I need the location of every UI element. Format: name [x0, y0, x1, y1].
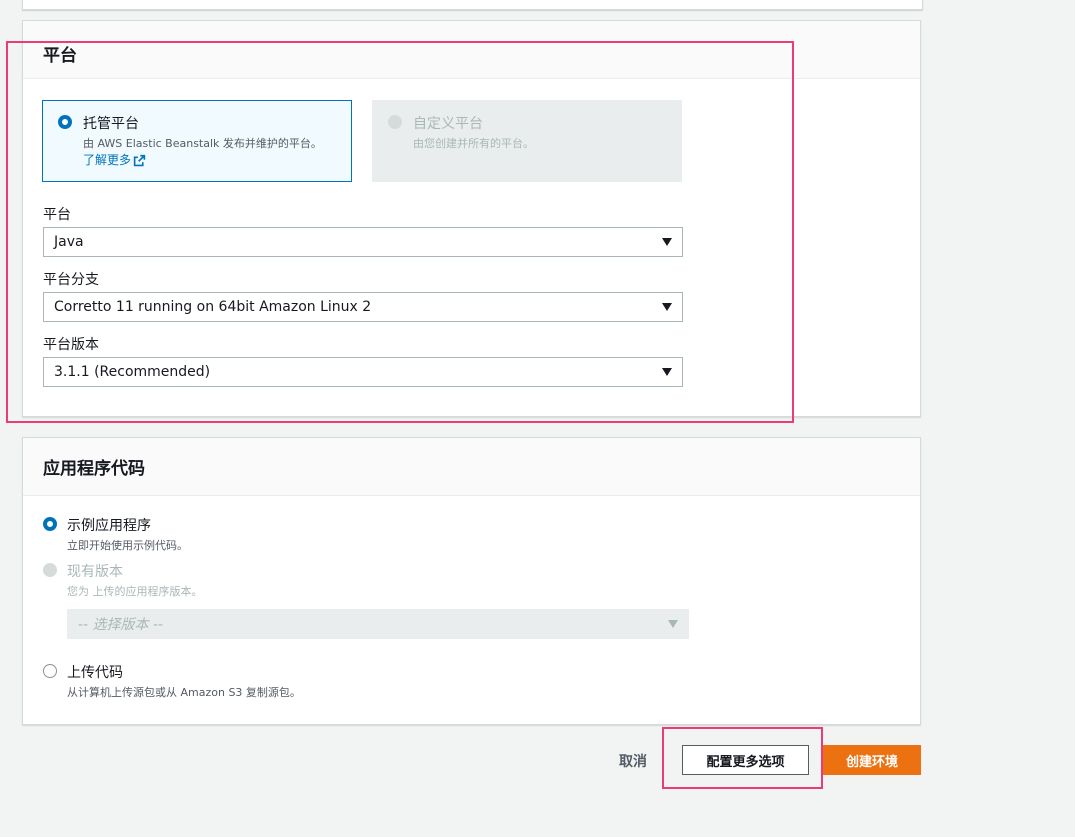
sample-application-description: 立即开始使用示例代码。	[67, 539, 188, 552]
platform-panel-title: 平台	[43, 46, 77, 66]
managed-platform-description: 由 AWS Elastic Beanstalk 发布并维护的平台。	[83, 137, 322, 150]
platform-field-label: 平台	[43, 207, 71, 223]
upload-code-label: 上传代码	[67, 665, 123, 681]
platform-panel: 平台 托管平台 由 AWS Elastic Beanstalk 发布并维护的平台…	[22, 20, 921, 417]
managed-platform-label: 托管平台	[83, 116, 139, 132]
caret-down-icon	[662, 368, 672, 376]
upload-code-description: 从计算机上传源包或从 Amazon S3 复制源包。	[67, 686, 301, 699]
upload-code-radio[interactable]	[43, 664, 57, 678]
configure-more-options-button[interactable]: 配置更多选项	[682, 745, 809, 775]
sample-application-radio[interactable]	[43, 517, 57, 531]
managed-platform-radio[interactable]	[58, 115, 72, 129]
platform-branch-select[interactable]: Corretto 11 running on 64bit Amazon Linu…	[43, 292, 683, 322]
branch-field-label: 平台分支	[43, 272, 99, 288]
application-code-panel-title: 应用程序代码	[43, 459, 145, 479]
platform-select[interactable]: Java	[43, 227, 683, 257]
learn-more-label: 了解更多	[83, 153, 132, 167]
custom-platform-description: 由您创建并所有的平台。	[413, 137, 534, 150]
previous-panel-bottom	[22, 0, 923, 10]
custom-platform-tile: 自定义平台 由您创建并所有的平台。	[372, 100, 682, 182]
upload-code-option[interactable]: 上传代码 从计算机上传源包或从 Amazon S3 复制源包。	[43, 662, 301, 700]
existing-version-radio	[43, 563, 57, 577]
sample-application-option[interactable]: 示例应用程序 立即开始使用示例代码。	[43, 515, 188, 553]
caret-down-icon	[662, 238, 672, 246]
existing-version-description: 您为 上传的应用程序版本。	[67, 585, 203, 598]
version-select: -- 选择版本 --	[67, 609, 689, 639]
learn-more-link[interactable]: 了解更多	[83, 152, 146, 168]
sample-application-label: 示例应用程序	[67, 518, 151, 534]
application-code-panel: 应用程序代码 示例应用程序 立即开始使用示例代码。 现有版本 您为 上传的应用程…	[22, 437, 921, 725]
platform-branch-value: Corretto 11 running on 64bit Amazon Linu…	[54, 299, 372, 315]
managed-platform-tile[interactable]: 托管平台 由 AWS Elastic Beanstalk 发布并维护的平台。 了…	[42, 100, 352, 182]
existing-version-option: 现有版本 您为 上传的应用程序版本。	[43, 561, 203, 599]
platform-version-select[interactable]: 3.1.1 (Recommended)	[43, 357, 683, 387]
platform-select-value: Java	[54, 234, 84, 250]
caret-down-icon	[668, 620, 678, 628]
existing-version-label: 现有版本	[67, 564, 123, 580]
external-link-icon	[133, 154, 146, 166]
platform-version-value: 3.1.1 (Recommended)	[54, 364, 211, 380]
application-code-panel-header: 应用程序代码	[23, 438, 920, 496]
platform-panel-header: 平台	[23, 21, 920, 79]
custom-platform-radio	[388, 115, 402, 129]
version-field-label: 平台版本	[43, 337, 99, 353]
create-environment-button[interactable]: 创建环境	[823, 745, 921, 775]
custom-platform-label: 自定义平台	[413, 116, 483, 132]
caret-down-icon	[662, 303, 672, 311]
version-select-placeholder: -- 选择版本 --	[78, 617, 164, 633]
cancel-button[interactable]: 取消	[608, 746, 658, 776]
